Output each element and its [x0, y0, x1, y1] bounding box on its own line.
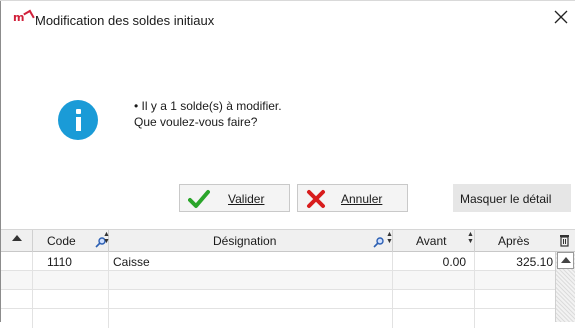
soldes-grid: Code ▲ ▼ Désignation ▲ ▼ Avant ▲ ▼ Après 11…	[1, 229, 575, 328]
column-header-avant[interactable]: Avant ▲ ▼	[393, 230, 475, 252]
window-title: Modification des soldes initiaux	[35, 13, 215, 28]
title-bar: m Modification des soldes initiaux	[1, 1, 575, 41]
sort-up-icon	[12, 235, 22, 241]
cell-apres[interactable]: 325.10	[475, 252, 555, 271]
column-header-apres-label: Après	[498, 234, 530, 248]
grid-header: Code ▲ ▼ Désignation ▲ ▼ Avant ▲ ▼ Après	[1, 229, 575, 252]
annuler-button-label: Annuler	[341, 192, 383, 206]
chevron-up-icon	[561, 257, 571, 263]
row-selector-header[interactable]	[1, 230, 33, 252]
vertical-scrollbar[interactable]	[555, 252, 575, 322]
scroll-up-button[interactable]	[557, 252, 574, 269]
table-row[interactable]	[1, 309, 555, 328]
cell-designation[interactable]: Caisse	[109, 252, 393, 271]
table-row[interactable]	[1, 271, 555, 290]
column-header-code-label: Code	[47, 234, 76, 248]
column-header-designation[interactable]: Désignation ▲ ▼	[109, 230, 393, 252]
row-selector[interactable]	[1, 252, 33, 271]
trash-icon	[560, 235, 569, 247]
check-icon	[188, 190, 210, 208]
app-logo-icon: m	[13, 9, 35, 24]
grid-body: 1110 Caisse 0.00 325.10	[1, 252, 575, 328]
valider-button-label: Valider	[228, 192, 265, 206]
cell-code[interactable]: 1110	[33, 252, 109, 271]
column-chooser-icon[interactable]	[555, 230, 575, 252]
masquer-detail-label: Masquer le détail	[460, 192, 552, 206]
column-header-avant-label: Avant	[416, 234, 447, 248]
info-icon	[58, 100, 98, 140]
valider-button[interactable]: Valider	[179, 184, 290, 212]
message-line-2: Que voulez-vous faire?	[134, 115, 258, 129]
column-header-code[interactable]: Code ▲ ▼	[33, 230, 110, 252]
annuler-button[interactable]: Annuler	[297, 184, 408, 212]
table-row[interactable]	[1, 290, 555, 309]
cell-avant[interactable]: 0.00	[393, 252, 475, 271]
x-icon	[307, 190, 325, 208]
column-header-designation-label: Désignation	[213, 234, 277, 248]
column-header-apres[interactable]: Après	[475, 230, 555, 252]
search-icon[interactable]	[373, 237, 384, 248]
sort-icon: ▲ ▼	[386, 231, 393, 245]
table-row[interactable]: 1110 Caisse 0.00 325.10	[1, 252, 555, 271]
sort-icon: ▲ ▼	[467, 231, 474, 245]
message-line-1: • Il y a 1 solde(s) à modifier.	[134, 99, 282, 113]
masquer-detail-button[interactable]: Masquer le détail	[453, 184, 571, 212]
close-icon[interactable]	[551, 7, 571, 27]
